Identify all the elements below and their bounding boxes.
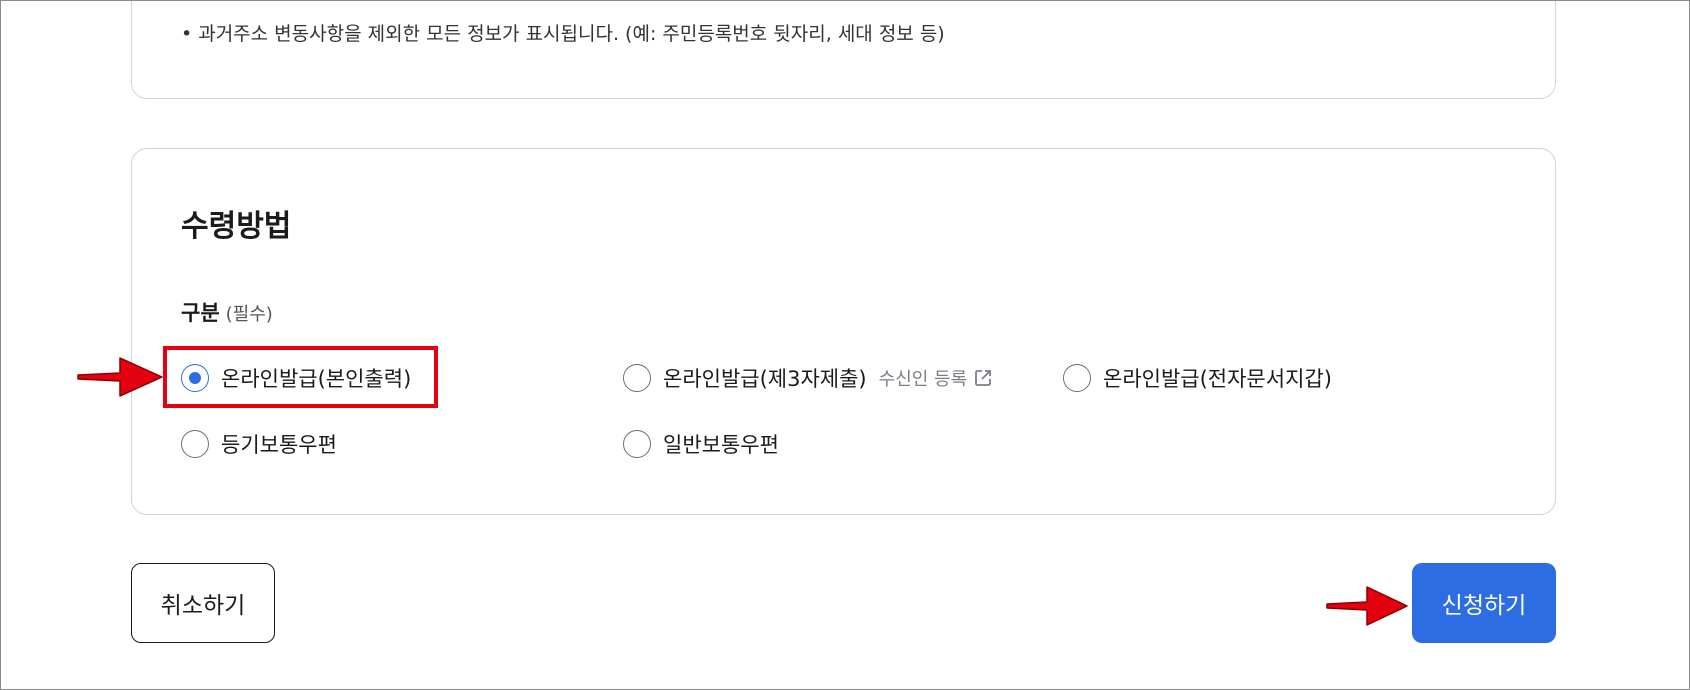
field-label: 구분 (필수) (181, 297, 273, 327)
radio-label: 온라인발급(제3자제출) (663, 367, 867, 391)
radio-circle[interactable] (623, 430, 651, 458)
annotation-arrow-right (1326, 586, 1408, 626)
radio-circle[interactable] (623, 364, 651, 392)
submit-button[interactable]: 신청하기 (1412, 563, 1556, 643)
radio-registered-mail[interactable]: 등기보통우편 (181, 429, 337, 459)
cancel-button[interactable]: 취소하기 (131, 563, 275, 643)
radio-label: 온라인발급(전자문서지갑) (1103, 367, 1332, 391)
required-text: (필수) (225, 304, 273, 325)
section-title: 수령방법 (181, 209, 292, 244)
bullet: • (181, 23, 193, 45)
info-note-text: 과거주소 변동사항을 제외한 모든 정보가 표시됩니다. (예: 주민등록번호 … (198, 23, 945, 45)
info-note: • 과거주소 변동사항을 제외한 모든 정보가 표시됩니다. (예: 주민등록번호… (181, 19, 945, 46)
radio-circle[interactable] (181, 430, 209, 458)
radio-online-third-party[interactable]: 온라인발급(제3자제출) 수신인 등록 (623, 363, 993, 393)
radio-circle-checked[interactable] (181, 364, 209, 392)
receive-method-card: 수령방법 구분 (필수) 온라인발급(본인출력) 온라인발급(제3자제출) 수신인… (131, 148, 1556, 515)
radio-label: 일반보통우편 (663, 433, 779, 457)
recipient-register-link[interactable]: 수신인 등록 (879, 365, 994, 391)
radio-online-e-wallet[interactable]: 온라인발급(전자문서지갑) (1063, 363, 1332, 393)
radio-dot (189, 372, 201, 384)
radio-circle[interactable] (1063, 364, 1091, 392)
radio-regular-mail[interactable]: 일반보통우편 (623, 429, 779, 459)
recipient-register-text: 수신인 등록 (878, 369, 968, 390)
field-label-text: 구분 (181, 301, 220, 325)
external-link-icon (975, 370, 992, 386)
radio-online-self-print[interactable]: 온라인발급(본인출력) (181, 363, 411, 393)
info-card: • 과거주소 변동사항을 제외한 모든 정보가 표시됩니다. (예: 주민등록번호… (131, 0, 1556, 99)
radio-label: 등기보통우편 (221, 433, 337, 457)
radio-label: 온라인발급(본인출력) (221, 367, 412, 391)
